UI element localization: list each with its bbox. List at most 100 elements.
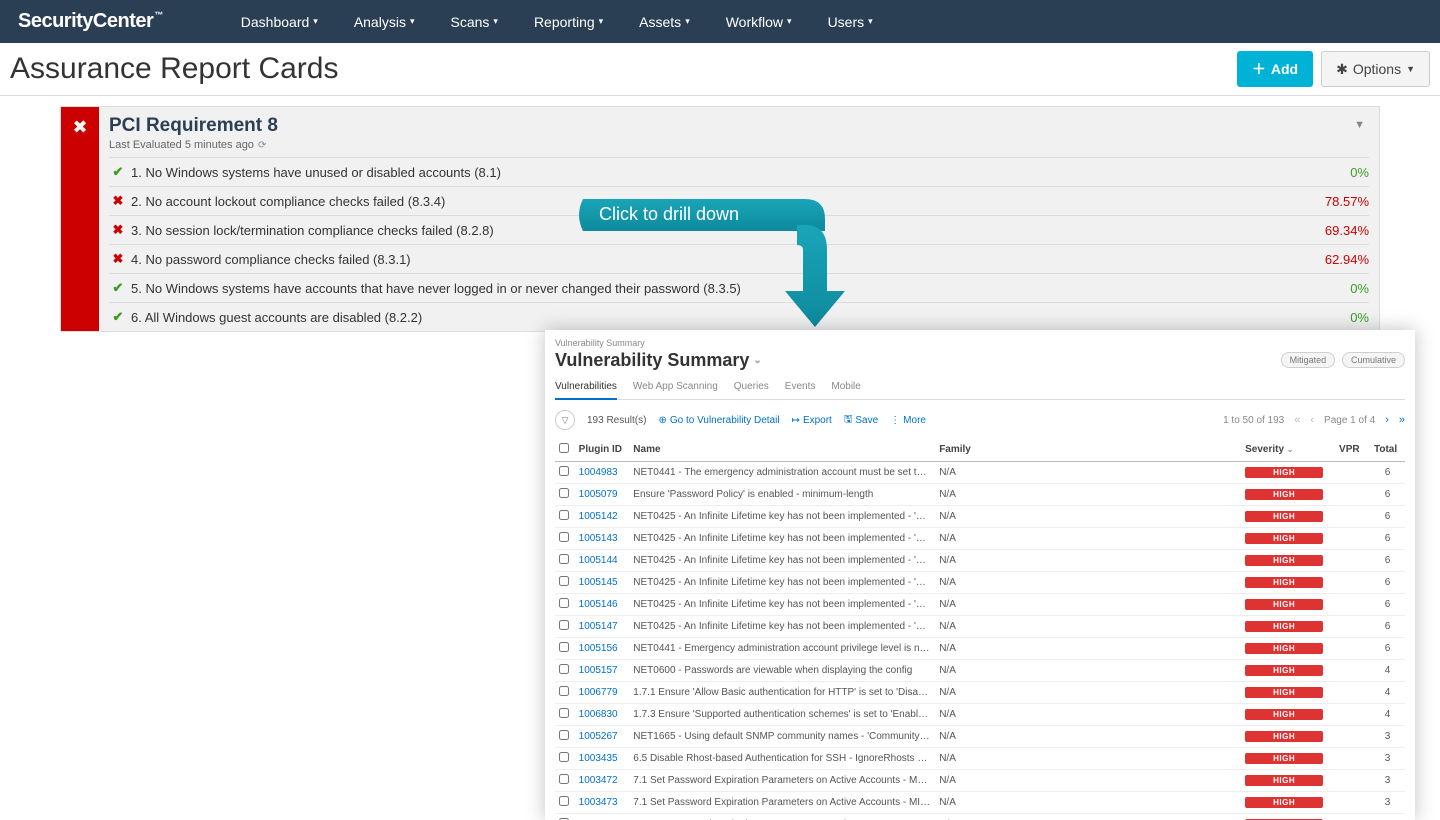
- row-name: NET0425 - An Infinite Lifetime key has n…: [629, 550, 935, 572]
- col-family[interactable]: Family: [935, 438, 1241, 462]
- table-row[interactable]: 1005147NET0425 - An Infinite Lifetime ke…: [555, 616, 1405, 638]
- plugin-link[interactable]: 1005079: [579, 489, 618, 500]
- row-checkbox[interactable]: [559, 686, 569, 696]
- row-checkbox[interactable]: [559, 576, 569, 586]
- chevron-down-icon: ▾: [410, 16, 415, 27]
- table-row[interactable]: 1005143NET0425 - An Infinite Lifetime ke…: [555, 528, 1405, 550]
- go-to-detail-link[interactable]: ⊕Go to Vulnerability Detail: [658, 415, 779, 426]
- subtab-web-app-scanning[interactable]: Web App Scanning: [633, 381, 718, 399]
- card-menu[interactable]: ▼: [1350, 115, 1369, 135]
- table-row[interactable]: 1004983NET0441 - The emergency administr…: [555, 462, 1405, 484]
- card-title: PCI Requirement 8: [109, 115, 278, 137]
- chevron-down-icon[interactable]: ⌄: [753, 355, 761, 366]
- pill-mitigated[interactable]: Mitigated: [1281, 352, 1336, 368]
- nav-item-reporting[interactable]: Reporting▾: [516, 0, 621, 43]
- table-row[interactable]: 1005146NET0425 - An Infinite Lifetime ke…: [555, 594, 1405, 616]
- plugin-link[interactable]: 1003435: [579, 753, 618, 764]
- table-row[interactable]: 1005079Ensure 'Password Policy' is enabl…: [555, 484, 1405, 506]
- nav-item-dashboard[interactable]: Dashboard▾: [223, 0, 336, 43]
- vuln-table: Plugin ID Name Family Severity ⌄ VPR Tot…: [555, 438, 1405, 820]
- check-row[interactable]: ✔1. No Windows systems have unused or di…: [109, 157, 1369, 186]
- table-row[interactable]: 10034737.1 Set Password Expiration Param…: [555, 792, 1405, 814]
- plugin-link[interactable]: 1005145: [579, 577, 618, 588]
- table-row[interactable]: 10034727.1 Set Password Expiration Param…: [555, 770, 1405, 792]
- nav-item-analysis[interactable]: Analysis▾: [336, 0, 433, 43]
- plugin-link[interactable]: 1005142: [579, 511, 618, 522]
- pager-first[interactable]: «: [1294, 414, 1300, 426]
- subtab-queries[interactable]: Queries: [734, 381, 769, 399]
- table-row[interactable]: 1005144 NET0425 - An Infinite Lifetime ke…: [555, 550, 1405, 572]
- pill-cumulative[interactable]: Cumulative: [1342, 352, 1405, 368]
- plugin-link[interactable]: 1005144: [579, 555, 618, 566]
- refresh-icon[interactable]: ⟳: [258, 140, 266, 151]
- plugin-link[interactable]: 1005267: [579, 731, 618, 742]
- row-checkbox[interactable]: [559, 488, 569, 498]
- table-row[interactable]: 10068301.7.3 Ensure 'Supported authentic…: [555, 704, 1405, 726]
- table-row[interactable]: 10034356.5 Disable Rhost-based Authentic…: [555, 748, 1405, 770]
- check-row[interactable]: ✔5. No Windows systems have accounts tha…: [109, 273, 1369, 302]
- subtab-events[interactable]: Events: [785, 381, 816, 399]
- row-checkbox[interactable]: [559, 466, 569, 476]
- nav-item-scans[interactable]: Scans▾: [432, 0, 515, 43]
- row-checkbox[interactable]: [559, 554, 569, 564]
- plugin-link[interactable]: 1006779: [579, 687, 618, 698]
- row-checkbox[interactable]: [559, 620, 569, 630]
- table-row[interactable]: 10034747.1 Set Password Expiration Param…: [555, 814, 1405, 820]
- check-label: 5. No Windows systems have accounts that…: [131, 281, 1350, 296]
- table-row[interactable]: 1005156NET0441 - Emergency administratio…: [555, 638, 1405, 660]
- select-all-checkbox[interactable]: [559, 443, 569, 453]
- plugin-link[interactable]: 1003473: [579, 797, 618, 808]
- nav-item-workflow[interactable]: Workflow▾: [708, 0, 810, 43]
- plugin-link[interactable]: 1005147: [579, 621, 618, 632]
- options-button[interactable]: ✱ Options ▼: [1321, 51, 1430, 87]
- plugin-link[interactable]: 1005156: [579, 643, 618, 654]
- nav-item-assets[interactable]: Assets▾: [621, 0, 708, 43]
- pager-next[interactable]: ›: [1385, 414, 1389, 426]
- row-checkbox[interactable]: [559, 598, 569, 608]
- export-link[interactable]: ↦Export: [792, 415, 832, 426]
- plugin-link[interactable]: 1005157: [579, 665, 618, 676]
- table-row[interactable]: 1005145NET0425 - An Infinite Lifetime ke…: [555, 572, 1405, 594]
- table-row[interactable]: 1005142NET0425 - An Infinite Lifetime ke…: [555, 506, 1405, 528]
- subtab-mobile[interactable]: Mobile: [831, 381, 860, 399]
- row-checkbox[interactable]: [559, 642, 569, 652]
- plugin-link[interactable]: 1005146: [579, 599, 618, 610]
- table-row[interactable]: 1005157NET0600 - Passwords are viewable …: [555, 660, 1405, 682]
- col-total[interactable]: Total: [1370, 438, 1405, 462]
- close-icon[interactable]: ✖: [72, 117, 87, 331]
- col-vpr[interactable]: VPR: [1335, 438, 1370, 462]
- plugin-link[interactable]: 1003472: [579, 775, 618, 786]
- filter-button[interactable]: ▽: [555, 410, 575, 430]
- pager-last[interactable]: »: [1399, 414, 1405, 426]
- subtab-vulnerabilities[interactable]: Vulnerabilities: [555, 381, 617, 400]
- row-checkbox[interactable]: [559, 774, 569, 784]
- table-row[interactable]: 10067791.7.1 Ensure 'Allow Basic authent…: [555, 682, 1405, 704]
- row-checkbox[interactable]: [559, 752, 569, 762]
- plugin-link[interactable]: 1006830: [579, 709, 618, 720]
- severity-badge: HIGH: [1245, 511, 1323, 522]
- card-status-bar[interactable]: ✖: [61, 107, 99, 331]
- more-link[interactable]: ⋮More: [890, 415, 926, 426]
- check-row[interactable]: ✔6. All Windows guest accounts are disab…: [109, 302, 1369, 331]
- plugin-link[interactable]: 1004983: [579, 467, 618, 478]
- plugin-link[interactable]: 1005143: [579, 533, 618, 544]
- row-family: N/A: [935, 770, 1241, 792]
- save-link[interactable]: 🖫Save: [844, 412, 878, 429]
- check-row[interactable]: ✖3. No session lock/termination complian…: [109, 215, 1369, 244]
- row-checkbox[interactable]: [559, 730, 569, 740]
- col-severity[interactable]: Severity ⌄: [1241, 438, 1335, 462]
- add-button[interactable]: ＋ Add: [1237, 51, 1313, 87]
- pager-prev[interactable]: ‹: [1310, 414, 1314, 426]
- col-plugin[interactable]: Plugin ID: [575, 438, 630, 462]
- save-icon: 🖫: [844, 412, 853, 429]
- row-checkbox[interactable]: [559, 510, 569, 520]
- check-row[interactable]: ✖4. No password compliance checks failed…: [109, 244, 1369, 273]
- row-checkbox[interactable]: [559, 796, 569, 806]
- row-checkbox[interactable]: [559, 664, 569, 674]
- check-row[interactable]: ✖2. No account lockout compliance checks…: [109, 186, 1369, 215]
- nav-item-users[interactable]: Users▾: [810, 0, 891, 43]
- table-row[interactable]: 1005267NET1665 - Using default SNMP comm…: [555, 726, 1405, 748]
- row-checkbox[interactable]: [559, 708, 569, 718]
- row-checkbox[interactable]: [559, 532, 569, 542]
- col-name[interactable]: Name: [629, 438, 935, 462]
